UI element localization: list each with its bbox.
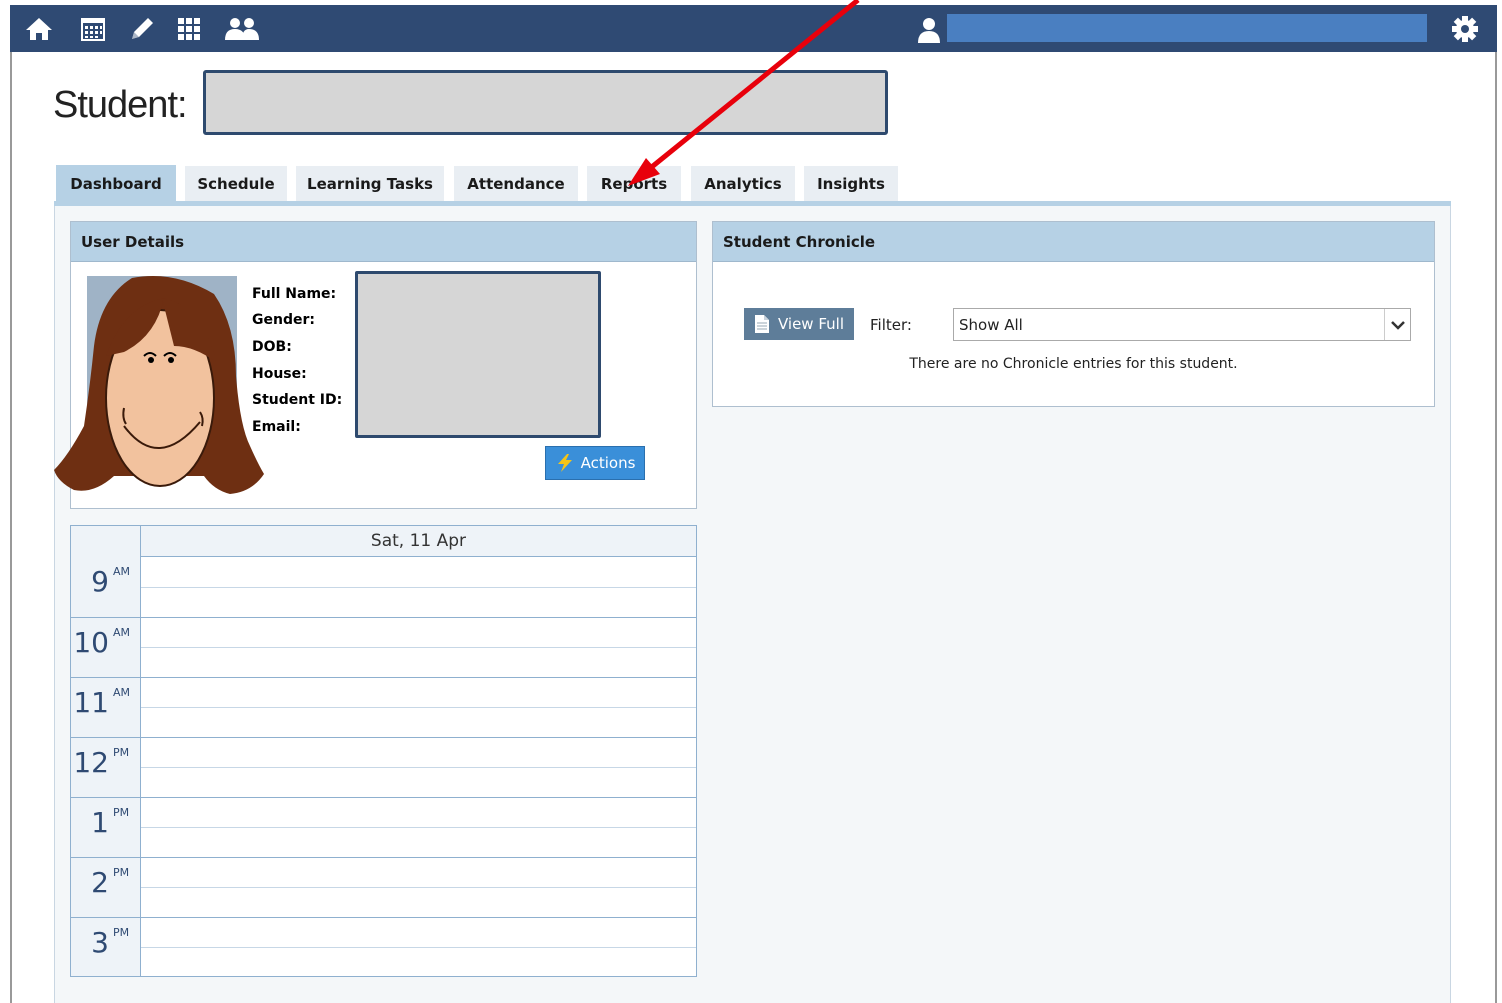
full-name-label: Full Name: — [252, 286, 337, 302]
chronicle-empty-message: There are no Chronicle entries for this … — [909, 356, 1238, 372]
tab-reports[interactable]: Reports — [587, 166, 681, 202]
student-id-label: Student ID: — [252, 392, 343, 408]
gear-icon[interactable] — [1451, 15, 1479, 43]
calendar-hour-row[interactable]: 3 PM — [71, 917, 696, 977]
student-chronicle-panel: Student Chronicle View Full Filter: Show… — [712, 221, 1435, 407]
hour-suffix: PM — [113, 926, 130, 939]
page-title: Student: — [53, 84, 188, 126]
tab-schedule[interactable]: Schedule — [185, 166, 287, 202]
email-label: Email: — [252, 419, 301, 435]
user-details-header: User Details — [71, 222, 696, 262]
actions-button[interactable]: Actions — [545, 446, 645, 480]
student-avatar — [54, 276, 264, 494]
actions-button-label: Actions — [580, 454, 636, 472]
tab-learning-tasks[interactable]: Learning Tasks — [296, 166, 444, 202]
student-chronicle-header: Student Chronicle — [713, 222, 1434, 262]
tab-analytics[interactable]: Analytics — [691, 166, 795, 202]
user-icon[interactable] — [916, 16, 942, 44]
tab-dashboard[interactable]: Dashboard — [56, 165, 176, 202]
hour-suffix: PM — [113, 866, 130, 879]
hour-number: 12 — [73, 746, 109, 779]
tab-insights[interactable]: Insights — [804, 166, 898, 202]
hour-number: 2 — [91, 866, 109, 899]
view-full-button[interactable]: View Full — [744, 308, 854, 340]
hour-number: 11 — [73, 686, 109, 719]
day-calendar: Sat, 11 Apr 9 AM 10 AM 11 AM 12 PM 1 PM … — [70, 525, 697, 977]
calendar-hour-row[interactable]: 12 PM — [71, 737, 696, 798]
dob-label: DOB: — [252, 339, 292, 355]
calendar-hour-row[interactable]: 1 PM — [71, 797, 696, 858]
hour-suffix: PM — [113, 746, 130, 759]
user-name-field[interactable] — [947, 14, 1427, 42]
top-navigation-bar — [10, 5, 1497, 52]
view-full-label: View Full — [777, 315, 844, 333]
gender-label: Gender: — [252, 312, 315, 328]
chevron-down-icon[interactable] — [1384, 309, 1410, 340]
tab-attendance[interactable]: Attendance — [454, 166, 578, 202]
calendar-hour-row[interactable]: 10 AM — [71, 617, 696, 678]
house-label: House: — [252, 366, 307, 382]
filter-label: Filter: — [870, 316, 912, 334]
hour-number: 1 — [91, 806, 109, 839]
document-icon — [754, 315, 769, 333]
hour-number: 3 — [91, 926, 109, 959]
home-icon[interactable] — [24, 16, 54, 42]
grid-icon[interactable] — [176, 16, 202, 42]
calendar-icon[interactable] — [80, 16, 106, 42]
pencil-icon[interactable] — [128, 16, 156, 42]
filter-select-value: Show All — [959, 315, 1023, 334]
hour-suffix: AM — [113, 686, 131, 699]
hour-number: 9 — [91, 565, 109, 598]
people-icon[interactable] — [222, 16, 262, 42]
user-details-panel: User Details Full Name: Gender: DOB: Hou… — [54, 221, 697, 509]
calendar-day-header: Sat, 11 Apr — [141, 526, 696, 557]
hour-number: 10 — [73, 626, 109, 659]
calendar-hour-row[interactable]: 9 AM — [71, 557, 696, 618]
lightning-icon — [557, 454, 572, 472]
hour-suffix: AM — [113, 565, 131, 578]
user-details-redacted — [355, 271, 601, 438]
hour-suffix: PM — [113, 806, 130, 819]
filter-select[interactable]: Show All — [953, 308, 1411, 341]
calendar-hour-row[interactable]: 11 AM — [71, 677, 696, 738]
student-name-redacted — [203, 70, 888, 135]
hour-suffix: AM — [113, 626, 131, 639]
calendar-hour-row[interactable]: 2 PM — [71, 857, 696, 918]
